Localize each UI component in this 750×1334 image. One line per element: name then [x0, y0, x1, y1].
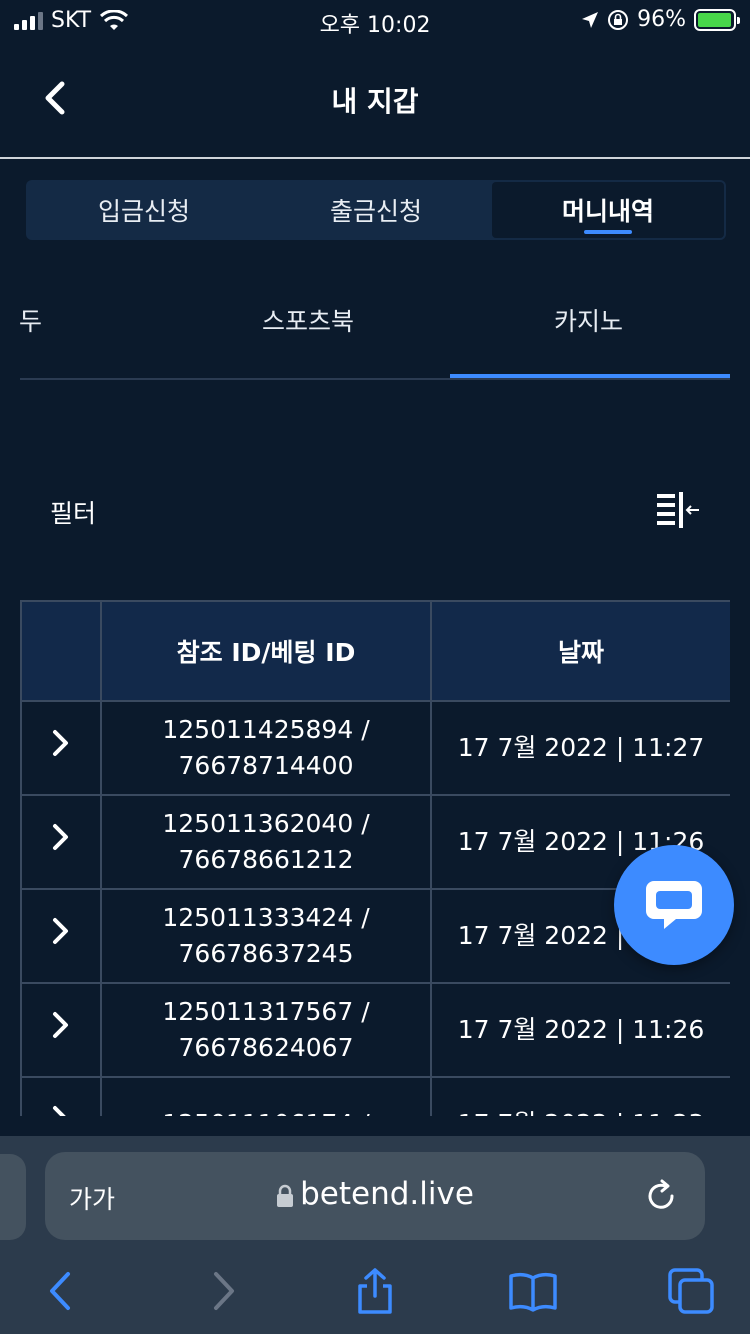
row-ids: 125011106174 /	[100, 1076, 432, 1116]
row-expand[interactable]	[20, 888, 102, 984]
subtab-active-indicator	[450, 374, 730, 378]
chevron-right-icon	[53, 918, 68, 944]
row-date: 17 7월 2022 | 11:26	[430, 982, 730, 1078]
reload-icon[interactable]	[643, 1178, 679, 1214]
row-ids: 125011425894 / 76678714400	[100, 700, 432, 796]
url-field[interactable]: betend.live	[45, 1176, 705, 1212]
table-row[interactable]: 125011425894 / 76678714400 17 7월 2022 | 1…	[20, 700, 730, 796]
row-expand[interactable]	[20, 982, 102, 1078]
browser-back-icon[interactable]	[38, 1266, 88, 1316]
tab-deposit[interactable]: 입금신청	[28, 182, 260, 238]
header-date: 날짜	[430, 600, 730, 702]
subtab-all[interactable]: 모두	[20, 302, 42, 338]
bet-id: 76678661212	[178, 845, 354, 874]
tabs-icon[interactable]	[666, 1266, 716, 1316]
category-tabs: 모두 스포츠북 카지노	[20, 280, 730, 380]
chat-button[interactable]	[614, 845, 734, 965]
ref-id: 125011317567 /	[162, 997, 370, 1026]
page-title: 내 지갑	[331, 85, 419, 118]
history-table: 참조 ID/베팅 ID 날짜 125011425894 / 76678714400…	[20, 600, 730, 1116]
bet-id: 76678714400	[178, 751, 354, 780]
browser-forward-icon[interactable]	[198, 1266, 248, 1316]
table-header-row: 참조 ID/베팅 ID 날짜	[20, 600, 730, 702]
row-expand[interactable]	[20, 1076, 102, 1116]
ref-id: 125011425894 /	[162, 715, 370, 744]
lock-icon	[277, 1184, 294, 1207]
location-arrow-icon	[582, 11, 599, 28]
ref-id: 125011362040 /	[162, 809, 370, 838]
address-bar[interactable]: 가가 betend.live	[45, 1152, 705, 1240]
row-date: 17 7월 2022 | 11:27	[430, 700, 730, 796]
orientation-lock-icon	[608, 9, 629, 30]
row-ids: 125011362040 / 76678661212	[100, 794, 432, 890]
row-expand[interactable]	[20, 700, 102, 796]
browser-toolbar: 가가 betend.live	[0, 1136, 750, 1334]
wallet-tabs: 입금신청 출금신청 머니내역	[26, 180, 726, 240]
row-date: 17 7월 2022 | 11:23	[430, 1076, 730, 1116]
share-icon[interactable]	[350, 1266, 400, 1316]
bet-id: 76678637245	[178, 939, 354, 968]
bookmarks-icon[interactable]	[508, 1266, 558, 1316]
subtab-casino[interactable]: 카지노	[554, 302, 623, 338]
chevron-right-icon	[53, 824, 68, 850]
app-header: 내 지갑	[0, 40, 750, 158]
chevron-right-icon	[53, 730, 68, 756]
status-bar: SKT 오후 10:02 96%	[0, 0, 750, 40]
previous-tab-pill[interactable]	[0, 1154, 26, 1240]
tab-withdraw[interactable]: 출금신청	[260, 182, 492, 238]
row-ids: 125011333424 / 76678637245	[100, 888, 432, 984]
row-ids: 125011317567 / 76678624067	[100, 982, 432, 1078]
bet-id: 76678624067	[178, 1033, 354, 1062]
header-ref-id: 참조 ID/베팅 ID	[100, 600, 432, 702]
chevron-right-icon	[53, 1106, 66, 1116]
header-divider	[0, 157, 750, 159]
chat-bubble-icon	[646, 881, 702, 929]
battery-percent: 96%	[637, 7, 686, 32]
battery-icon	[694, 8, 740, 31]
tab-money-history[interactable]: 머니내역	[492, 182, 724, 238]
table-row[interactable]: 125011106174 / 17 7월 2022 | 11:23	[20, 1076, 730, 1116]
row-expand[interactable]	[20, 794, 102, 890]
ref-id: 125011333424 /	[162, 903, 370, 932]
browser-nav	[0, 1266, 750, 1316]
table-row[interactable]: 125011317567 / 76678624067 17 7월 2022 | 1…	[20, 982, 730, 1078]
url-text: betend.live	[300, 1176, 474, 1212]
filter-label: 필터	[50, 499, 97, 528]
ref-id: 125011106174 /	[102, 1106, 430, 1116]
status-right: 96%	[581, 7, 740, 32]
subtab-sportsbook[interactable]: 스포츠북	[262, 302, 354, 338]
filter-list-icon[interactable]	[655, 490, 703, 530]
header-expand	[20, 600, 102, 702]
chevron-right-icon	[53, 1012, 68, 1038]
